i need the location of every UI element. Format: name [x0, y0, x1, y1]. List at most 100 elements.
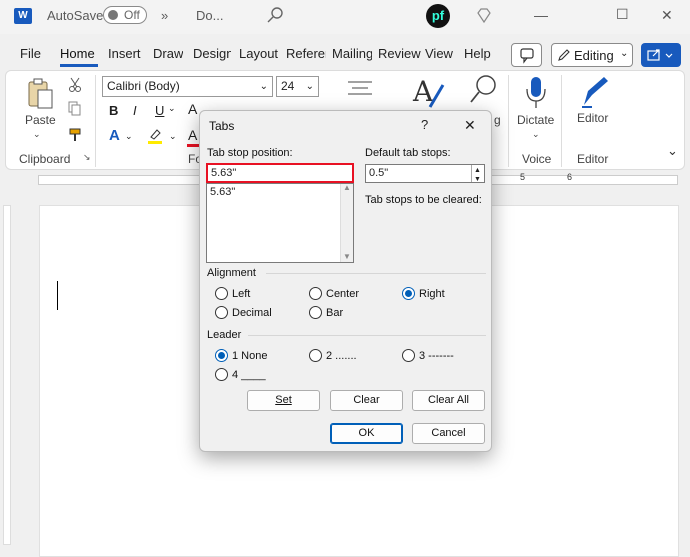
- highlighter-icon[interactable]: [146, 127, 164, 145]
- spinner[interactable]: ▲ ▼: [471, 165, 484, 183]
- tab-stop-position-label: Tab stop position:: [207, 147, 293, 159]
- pencil-icon: [558, 49, 570, 61]
- radio-left[interactable]: [215, 287, 228, 300]
- tab-insert[interactable]: Insert: [108, 46, 141, 61]
- collapse-ribbon-icon[interactable]: ⌄: [667, 143, 678, 159]
- tab-layout[interactable]: Layout: [239, 46, 278, 61]
- set-button-label: Set: [275, 394, 292, 406]
- tab-view[interactable]: View: [425, 46, 453, 61]
- font-color-icon[interactable]: A: [188, 101, 197, 117]
- align-right-label: Right: [419, 288, 445, 300]
- leader-underline-label: 4 ____: [232, 369, 266, 381]
- cut-icon[interactable]: [68, 77, 82, 93]
- radio-bar[interactable]: [309, 306, 322, 319]
- editing-mode-button[interactable]: Editing ⌄: [551, 43, 633, 67]
- group-divider: [508, 75, 509, 167]
- editor-icon[interactable]: [578, 75, 610, 109]
- clear-button[interactable]: Clear: [330, 390, 403, 411]
- paste-label[interactable]: Paste: [25, 113, 56, 127]
- scroll-up-icon[interactable]: ▲: [343, 183, 351, 192]
- leader-dashes-label: 3 -------: [419, 350, 454, 362]
- editor-label[interactable]: Editor: [577, 111, 608, 125]
- diamond-icon[interactable]: [475, 7, 493, 25]
- cancel-button[interactable]: Cancel: [412, 423, 485, 444]
- overflow-icon[interactable]: »: [161, 8, 168, 23]
- tab-references[interactable]: References: [286, 46, 326, 61]
- chevron-down-icon[interactable]: ⌄: [169, 131, 177, 142]
- tab-review[interactable]: Review: [378, 46, 421, 61]
- radio-leader-4[interactable]: [215, 368, 228, 381]
- vertical-ruler-track: [3, 205, 11, 545]
- list-scrollbar[interactable]: ▲ ▼: [340, 183, 353, 262]
- chevron-down-icon[interactable]: ⌄: [125, 131, 133, 142]
- align-bar-label: Bar: [326, 307, 344, 319]
- text-effects-icon[interactable]: A: [109, 127, 120, 144]
- maximize-button[interactable]: ☐: [616, 6, 629, 23]
- clipboard-group-label: Clipboard: [19, 152, 71, 166]
- tab-mailings[interactable]: Mailings: [332, 46, 372, 61]
- tab-design[interactable]: Design: [193, 46, 231, 61]
- close-icon[interactable]: ✕: [464, 117, 476, 134]
- minimize-button[interactable]: —: [534, 7, 548, 23]
- radio-leader-3[interactable]: [402, 349, 415, 362]
- radio-leader-2[interactable]: [309, 349, 322, 362]
- voice-group-label: Voice: [522, 152, 552, 166]
- default-tab-stops-input[interactable]: 0.5" ▲ ▼: [365, 164, 485, 183]
- bold-button[interactable]: B: [109, 103, 118, 118]
- dialog-title: Tabs: [209, 119, 235, 133]
- ribbon-tabs: File Home Insert Draw Design Layout Refe…: [0, 42, 690, 68]
- help-icon[interactable]: ?: [421, 117, 428, 132]
- tab-home[interactable]: Home: [60, 46, 95, 61]
- align-center-label: Center: [326, 288, 360, 300]
- ok-button[interactable]: OK: [330, 423, 403, 444]
- toggle-knob: [108, 10, 118, 20]
- tab-stop-position-input[interactable]: 5.63": [206, 163, 354, 183]
- font-color-a-icon[interactable]: A: [188, 127, 197, 143]
- radio-leader-1[interactable]: [215, 349, 228, 362]
- copy-icon[interactable]: [68, 101, 82, 117]
- vertical-ruler[interactable]: [0, 190, 14, 557]
- chevron-down-icon[interactable]: ⌄: [33, 129, 41, 140]
- to-be-cleared-label: Tab stops to be cleared:: [365, 194, 482, 206]
- underline-button[interactable]: U: [155, 103, 164, 118]
- font-name-combo[interactable]: Calibri (Body) ⌄: [102, 76, 273, 97]
- clear-all-button[interactable]: Clear All: [412, 390, 485, 411]
- radio-decimal[interactable]: [215, 306, 228, 319]
- dictate-label[interactable]: Dictate: [517, 113, 554, 127]
- ruler-mark-6: 6: [567, 172, 573, 182]
- tab-help[interactable]: Help: [464, 46, 491, 61]
- share-button[interactable]: [641, 43, 681, 67]
- dialog-launcher-icon[interactable]: ↘: [83, 152, 91, 163]
- tab-file[interactable]: File: [20, 46, 41, 61]
- scroll-down-icon[interactable]: ▼: [343, 252, 351, 261]
- editor-group-label: Editor: [577, 152, 609, 166]
- tab-stop-list[interactable]: 5.63" ▲ ▼: [206, 183, 354, 263]
- group-divider: [561, 75, 562, 167]
- radio-center[interactable]: [309, 287, 322, 300]
- close-window-button[interactable]: ✕: [661, 7, 673, 24]
- font-name-value: Calibri (Body): [107, 79, 180, 93]
- comments-button[interactable]: [511, 43, 542, 67]
- autosave-toggle[interactable]: Off: [103, 6, 147, 24]
- paste-icon[interactable]: [26, 77, 56, 111]
- radio-right[interactable]: [402, 287, 415, 300]
- search-icon[interactable]: [266, 6, 284, 24]
- cancel-button-label: Cancel: [431, 427, 466, 439]
- format-painter-icon[interactable]: [68, 127, 84, 143]
- set-button[interactable]: Set: [247, 390, 320, 411]
- font-size-value: 24: [281, 79, 295, 93]
- list-item[interactable]: 5.63": [210, 186, 235, 198]
- chevron-down-icon[interactable]: ⌄: [532, 129, 540, 140]
- tab-draw[interactable]: Draw: [153, 46, 183, 61]
- styles-icon[interactable]: A: [410, 73, 446, 111]
- paragraph-align-icon[interactable]: [346, 79, 374, 99]
- italic-button[interactable]: I: [133, 103, 137, 118]
- spin-down-icon[interactable]: ▼: [474, 172, 481, 188]
- find-icon[interactable]: [468, 73, 498, 107]
- tab-stop-position-value: 5.63": [211, 167, 237, 179]
- chevron-down-icon[interactable]: ⌄: [168, 103, 176, 114]
- microphone-icon[interactable]: [523, 75, 549, 111]
- chevron-down-icon: ⌄: [259, 81, 268, 92]
- document-title: Do...: [196, 8, 224, 23]
- font-size-combo[interactable]: 24 ⌄: [276, 76, 319, 97]
